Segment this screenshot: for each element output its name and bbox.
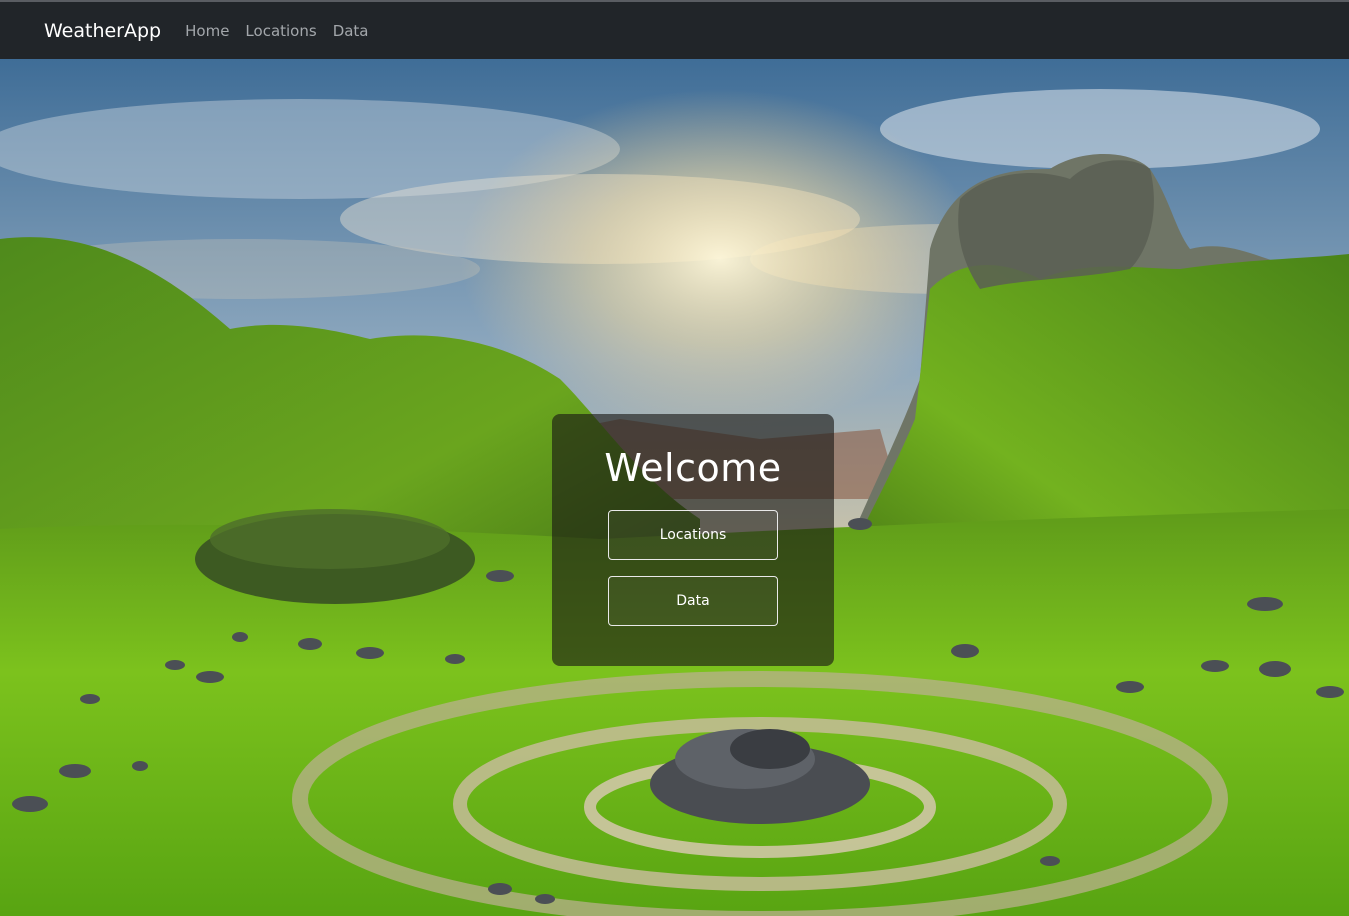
brand-link[interactable]: WeatherApp <box>44 20 161 42</box>
data-button[interactable]: Data <box>608 576 778 626</box>
locations-button[interactable]: Locations <box>608 510 778 560</box>
nav-link-data[interactable]: Data <box>333 22 369 40</box>
welcome-card: Welcome Locations Data <box>552 414 834 666</box>
navbar: WeatherApp Home Locations Data <box>0 2 1349 59</box>
nav-link-home[interactable]: Home <box>185 22 229 40</box>
welcome-heading: Welcome <box>604 446 782 490</box>
hero-section: Welcome Locations Data <box>0 59 1349 916</box>
nav-link-locations[interactable]: Locations <box>245 22 316 40</box>
